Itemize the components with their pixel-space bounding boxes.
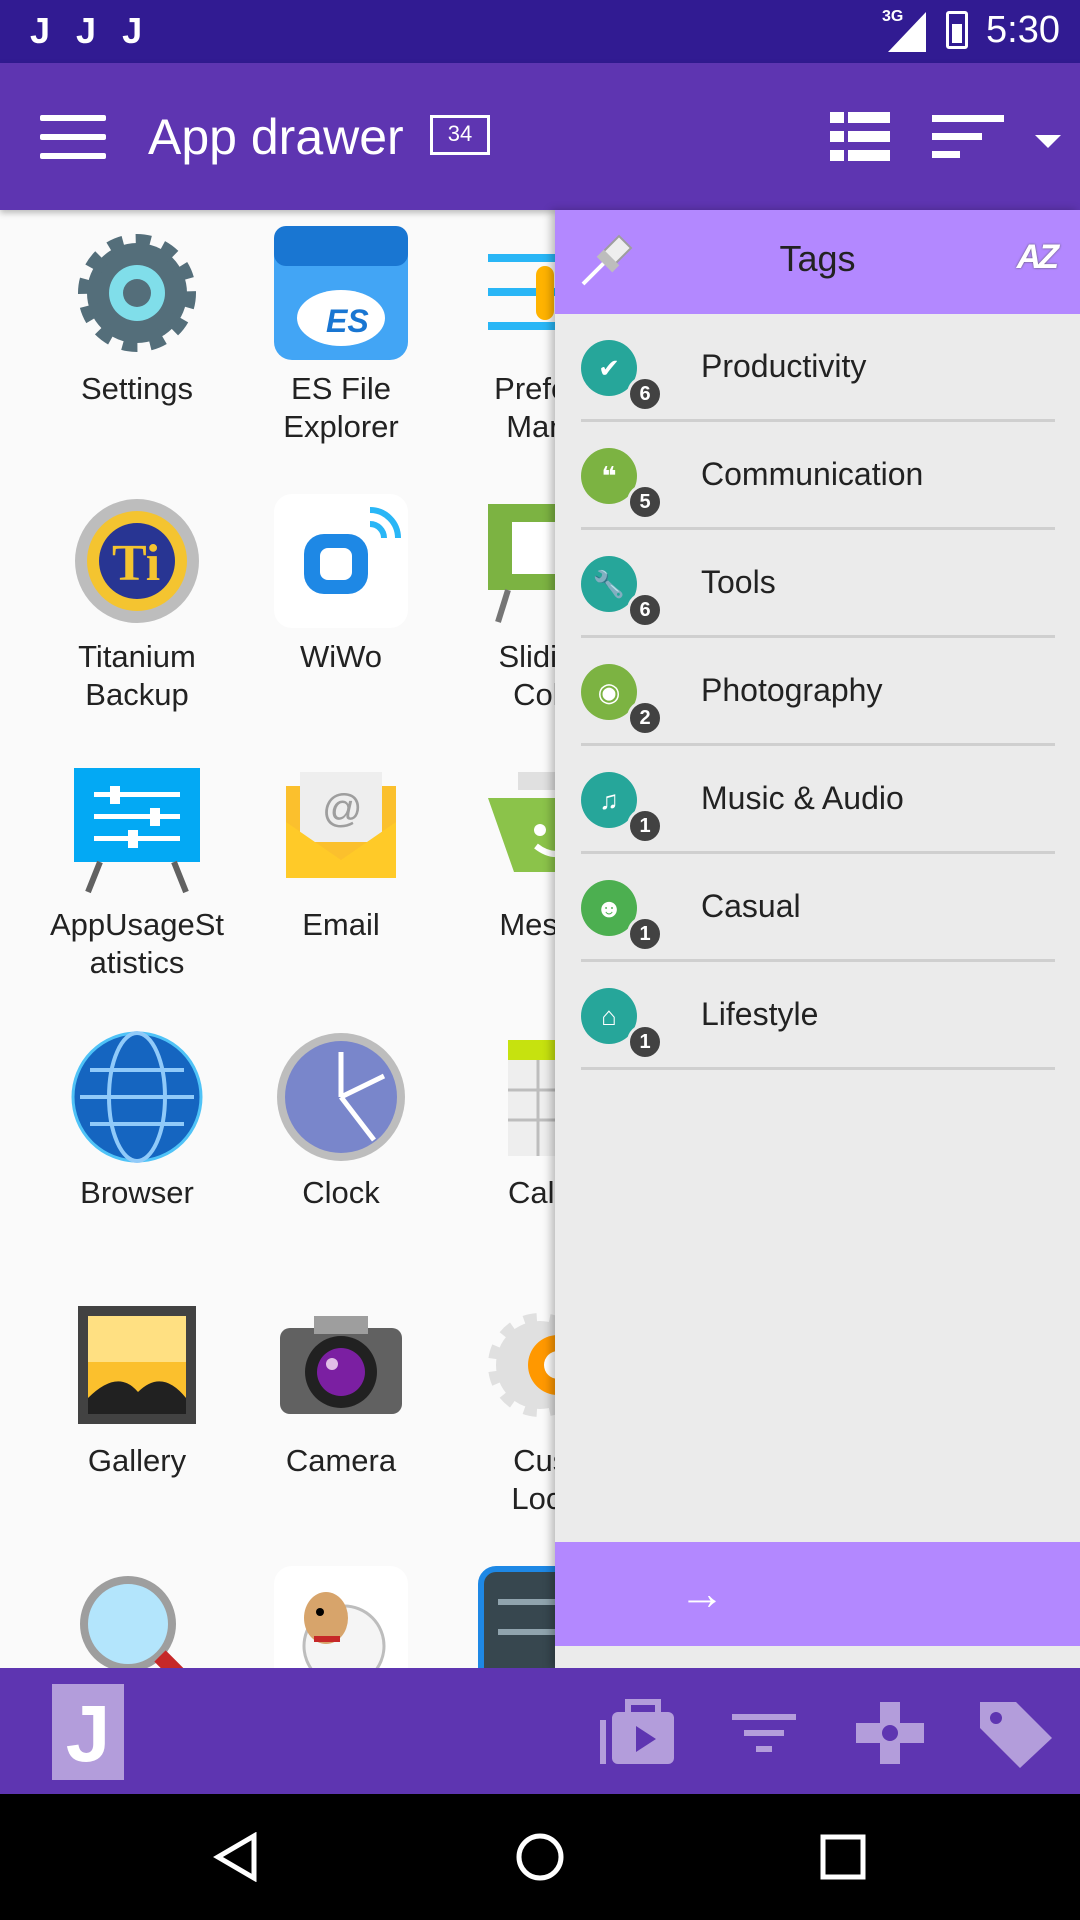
tag-label: Tools — [701, 564, 776, 600]
app-item[interactable]: Settings — [32, 226, 242, 408]
tag-icon[interactable] — [976, 1698, 1056, 1768]
app-toolbar: App drawer 34 — [0, 63, 1080, 210]
tag-item[interactable]: ✔ 6 Productivity — [581, 314, 1055, 422]
tag-label: Communication — [701, 456, 924, 492]
page-title: App drawer — [148, 109, 404, 165]
tag-label: Casual — [701, 888, 801, 924]
tags-panel: Tags AZ ✔ 6 Productivity ❝ 5 Communicati… — [555, 210, 1080, 1668]
app-item[interactable]: Ti Titanium Backup — [32, 494, 242, 714]
tag-item[interactable]: ◉ 2 Photography — [581, 638, 1055, 746]
tag-item[interactable]: ⌂ 1 Lifestyle — [581, 962, 1055, 1070]
tag-item[interactable]: ❝ 5 Communication — [581, 422, 1055, 530]
filter-icon[interactable] — [724, 1698, 804, 1768]
tag-count-badge: 6 — [627, 376, 663, 412]
hamburger-menu-icon[interactable] — [40, 115, 106, 159]
tag-count-badge: 1 — [627, 1024, 663, 1060]
back-icon[interactable] — [212, 1831, 262, 1883]
tag-count-badge: 2 — [627, 700, 663, 736]
globe-icon — [70, 1030, 204, 1164]
list-view-icon[interactable] — [830, 112, 890, 162]
envelope-icon: @ — [274, 762, 408, 896]
app-label: Browser — [80, 1175, 194, 1210]
gamepad-icon[interactable] — [850, 1698, 930, 1768]
notification-icon: J — [122, 10, 143, 51]
app-label: Settings — [80, 371, 193, 406]
app-label: Email — [302, 907, 380, 942]
app-item[interactable]: Browser — [32, 1030, 242, 1212]
app-item[interactable]: Clock — [236, 1030, 446, 1212]
app-item[interactable]: AppUsageSt atistics — [32, 762, 242, 982]
clock-icon — [274, 1030, 408, 1164]
notification-icon: J — [76, 10, 97, 51]
system-nav-bar — [0, 1794, 1080, 1920]
titanium-icon: Ti — [70, 494, 204, 628]
tag-count-badge: 1 — [627, 916, 663, 952]
app-label: AppUsageSt atistics — [49, 907, 225, 980]
settings-gear-icon — [70, 226, 204, 360]
app-item[interactable]: @ Email — [236, 762, 446, 944]
sort-alpha-icon[interactable]: AZ — [1017, 238, 1059, 277]
tags-panel-title: Tags — [779, 238, 856, 279]
folder-cloud-icon: ES — [274, 226, 408, 360]
sort-icon[interactable] — [932, 113, 1004, 159]
app-count-badge: 34 — [430, 115, 490, 155]
magnifier-icon — [70, 1566, 204, 1668]
bottom-bar: J — [0, 1668, 1080, 1794]
svg-text:Ti: Ti — [112, 535, 160, 592]
cell-signal-icon: 3G — [882, 8, 928, 52]
svg-text:ES: ES — [326, 303, 369, 339]
app-item[interactable] — [236, 1566, 446, 1668]
notification-icon: J — [30, 10, 51, 51]
tag-item[interactable]: 🔧 6 Tools — [581, 530, 1055, 638]
app-logo[interactable]: J — [52, 1684, 124, 1780]
picture-icon — [70, 1298, 204, 1432]
app-item[interactable]: WiWo — [236, 494, 446, 676]
status-bar: J J J 3G 5:30 — [0, 0, 1080, 63]
apply-button[interactable]: → — [555, 1542, 1080, 1646]
svg-text:@: @ — [322, 787, 363, 831]
app-item[interactable]: ES ES File Explorer — [236, 226, 446, 446]
network-type: 3G — [882, 8, 904, 25]
app-label: WiWo — [299, 639, 383, 674]
app-grid: Settings ES ES File Explorer Prefere Man… — [0, 210, 600, 1668]
tag-count-badge: 1 — [627, 808, 663, 844]
app-label: Clock — [302, 1175, 380, 1210]
tags-panel-header: Tags AZ — [555, 210, 1080, 314]
clock-time: 5:30 — [986, 8, 1060, 51]
presentation-sliders-icon — [70, 762, 204, 896]
tag-label: Lifestyle — [701, 996, 819, 1032]
camera-icon — [274, 1298, 408, 1432]
sheep-icon — [274, 1566, 408, 1668]
recents-icon[interactable] — [818, 1832, 868, 1882]
app-label: Gallery — [87, 1443, 187, 1478]
tag-label: Productivity — [701, 348, 867, 384]
battery-icon — [946, 11, 969, 49]
app-item[interactable]: Camera — [236, 1298, 446, 1480]
tag-item[interactable]: ☻ 1 Casual — [581, 854, 1055, 962]
tag-item[interactable]: ♫ 1 Music & Audio — [581, 746, 1055, 854]
briefcase-play-icon[interactable] — [598, 1698, 678, 1768]
app-label: Camera — [285, 1443, 397, 1478]
notification-icons: J J J — [30, 10, 142, 52]
arrow-right-icon: → — [679, 1567, 725, 1619]
tag-label: Photography — [701, 672, 883, 708]
app-label: ES File Explorer — [283, 371, 399, 444]
tag-count-badge: 5 — [627, 484, 663, 520]
app-label: Titanium Backup — [78, 639, 196, 712]
tag-count-badge: 6 — [627, 592, 663, 628]
wiwo-icon — [274, 494, 408, 628]
dropdown-caret-icon[interactable] — [1035, 135, 1061, 148]
app-item[interactable] — [32, 1566, 242, 1668]
tag-label: Music & Audio — [701, 780, 904, 816]
home-icon[interactable] — [515, 1832, 565, 1882]
app-item[interactable]: Gallery — [32, 1298, 242, 1480]
